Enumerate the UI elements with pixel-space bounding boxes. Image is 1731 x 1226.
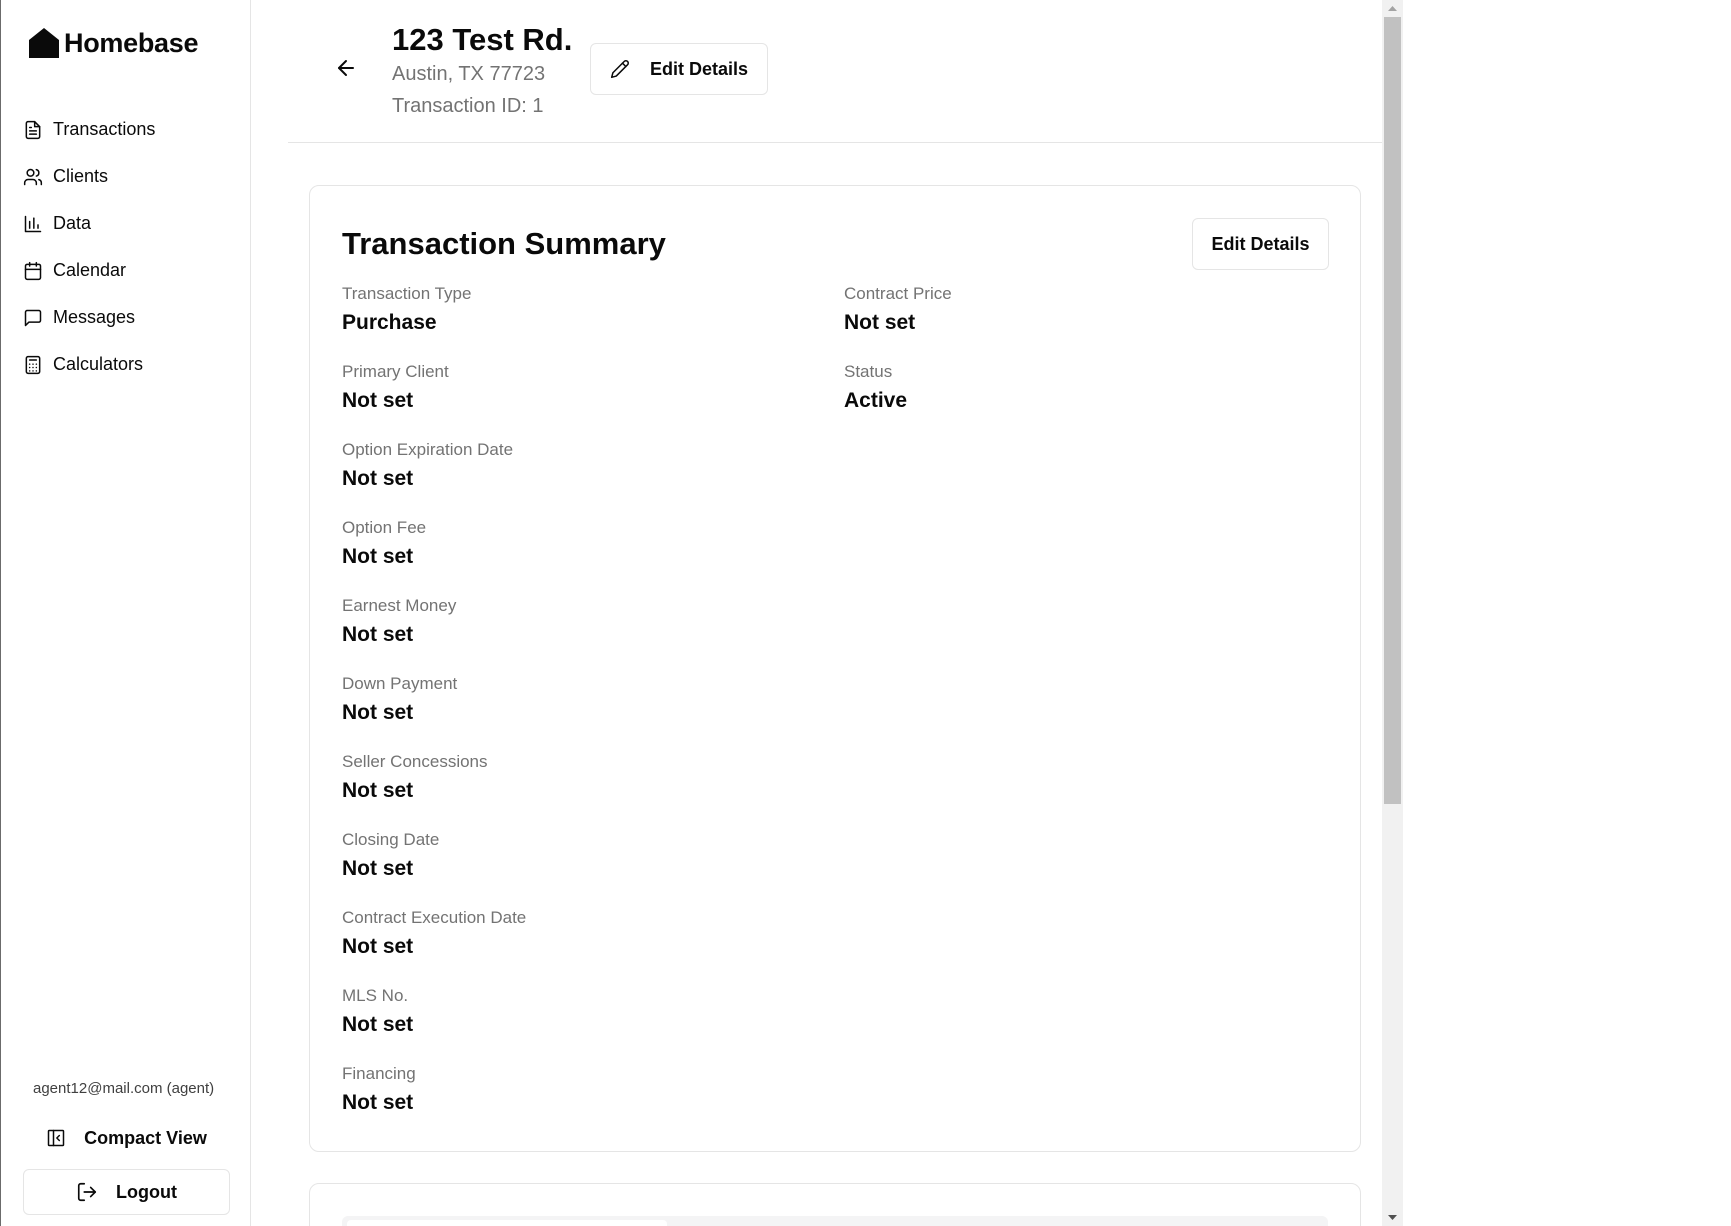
sidebar-item-label: Clients (53, 166, 109, 186)
back-button[interactable] (334, 56, 358, 80)
sidebar-item-messages[interactable]: Messages (23, 294, 233, 341)
scrollbar-thumb[interactable] (1384, 17, 1401, 804)
field-label: Seller Concessions (342, 752, 488, 771)
scroll-down-arrow-icon[interactable] (1382, 1209, 1403, 1226)
field-closing-date: Closing Date Not set (342, 830, 439, 881)
sidebar-item-data[interactable]: Data (23, 200, 233, 247)
field-label: Status (844, 362, 893, 381)
sidebar-item-label: Calendar (53, 260, 127, 280)
edit-details-label: Edit Details (649, 58, 749, 79)
field-value: Not set (342, 389, 414, 412)
bar-chart-icon (24, 215, 42, 232)
field-transaction-type: Transaction Type Purchase (342, 284, 471, 335)
field-value: Active (844, 389, 908, 412)
field-label: MLS No. (342, 986, 409, 1005)
compact-view-button[interactable]: Compact View (23, 1118, 230, 1158)
field-label: Contract Price (844, 284, 952, 303)
sidebar: Homebase Transactions Clients Data Calen… (0, 0, 251, 1226)
header-divider (288, 142, 1382, 143)
field-primary-client: Primary Client Not set (342, 362, 449, 413)
field-value: Not set (342, 1091, 414, 1114)
field-earnest-money: Earnest Money Not set (342, 596, 456, 647)
field-seller-concessions: Seller Concessions Not set (342, 752, 488, 803)
field-label: Contract Execution Date (342, 908, 527, 927)
message-icon (24, 309, 42, 326)
field-value: Purchase (342, 311, 437, 334)
field-label: Financing (342, 1064, 416, 1083)
field-value: Not set (342, 701, 414, 724)
sidebar-item-label: Transactions (53, 119, 156, 139)
tab-active[interactable] (347, 1220, 667, 1226)
edit-details-label: Edit Details (1211, 233, 1310, 254)
field-financing: Financing Not set (342, 1064, 416, 1115)
sidebar-item-label: Calculators (53, 354, 144, 374)
page-title: 123 Test Rd. (392, 22, 573, 57)
house-icon (29, 28, 59, 58)
calendar-icon (24, 261, 42, 280)
sidebar-item-calculators[interactable]: Calculators (23, 341, 233, 388)
document-icon (25, 120, 41, 139)
user-email: agent12@mail.com (agent) (33, 1080, 215, 1097)
field-label: Earnest Money (342, 596, 457, 615)
compact-view-label: Compact View (84, 1127, 207, 1148)
app-root: Homebase Transactions Clients Data Calen… (0, 0, 1731, 1226)
logout-button[interactable]: Logout (23, 1169, 230, 1215)
field-value: Not set (342, 935, 414, 958)
pencil-icon (610, 60, 629, 79)
field-contract-price: Contract Price Not set (844, 284, 952, 335)
logout-label: Logout (116, 1181, 177, 1202)
brand-logo[interactable]: Homebase (27, 26, 198, 60)
field-value: Not set (342, 1013, 414, 1036)
sidebar-item-label: Data (53, 213, 92, 233)
field-contract-execution-date: Contract Execution Date Not set (342, 908, 526, 959)
field-status: Status Active (844, 362, 907, 413)
transaction-id: Transaction ID: 1 (392, 95, 544, 117)
field-option-expiration-date: Option Expiration Date Not set (342, 440, 513, 491)
field-label: Down Payment (342, 674, 458, 693)
field-value: Not set (342, 623, 414, 646)
arrow-left-icon (338, 60, 354, 76)
address-city: Austin, TX 77723 (392, 63, 546, 85)
tab-list (342, 1216, 1328, 1226)
transaction-summary-card: Transaction Summary Edit Details Transac… (309, 185, 1361, 1152)
field-value: Not set (342, 545, 414, 568)
field-label: Option Fee (342, 518, 427, 537)
field-label: Option Expiration Date (342, 440, 514, 459)
panel-collapse-icon (47, 1129, 65, 1147)
field-option-fee: Option Fee Not set (342, 518, 426, 569)
secondary-card (309, 1183, 1361, 1226)
brand-name: Homebase (64, 27, 199, 58)
sidebar-nav: Transactions Clients Data Calendar Messa… (23, 106, 233, 388)
field-down-payment: Down Payment Not set (342, 674, 457, 725)
field-value: Not set (342, 857, 414, 880)
field-label: Primary Client (342, 362, 449, 381)
sidebar-item-clients[interactable]: Clients (23, 153, 233, 200)
edit-details-header-button[interactable]: Edit Details (590, 43, 768, 95)
field-value: Not set (342, 467, 414, 490)
scroll-up-arrow-icon[interactable] (1382, 0, 1403, 17)
field-label: Closing Date (342, 830, 440, 849)
scrollbar[interactable] (1382, 0, 1403, 1226)
sidebar-item-calendar[interactable]: Calendar (23, 247, 233, 294)
sidebar-item-label: Messages (53, 307, 136, 327)
field-value: Not set (342, 779, 414, 802)
card-title: Transaction Summary (342, 226, 666, 261)
calculator-icon (25, 355, 41, 374)
edit-details-button[interactable]: Edit Details (1192, 218, 1329, 270)
field-value: Not set (844, 311, 916, 334)
logout-icon (77, 1182, 97, 1202)
field-mls-no: MLS No. Not set (342, 986, 413, 1037)
field-label: Transaction Type (342, 284, 472, 303)
sidebar-item-transactions[interactable]: Transactions (23, 106, 233, 153)
users-icon (23, 168, 43, 185)
